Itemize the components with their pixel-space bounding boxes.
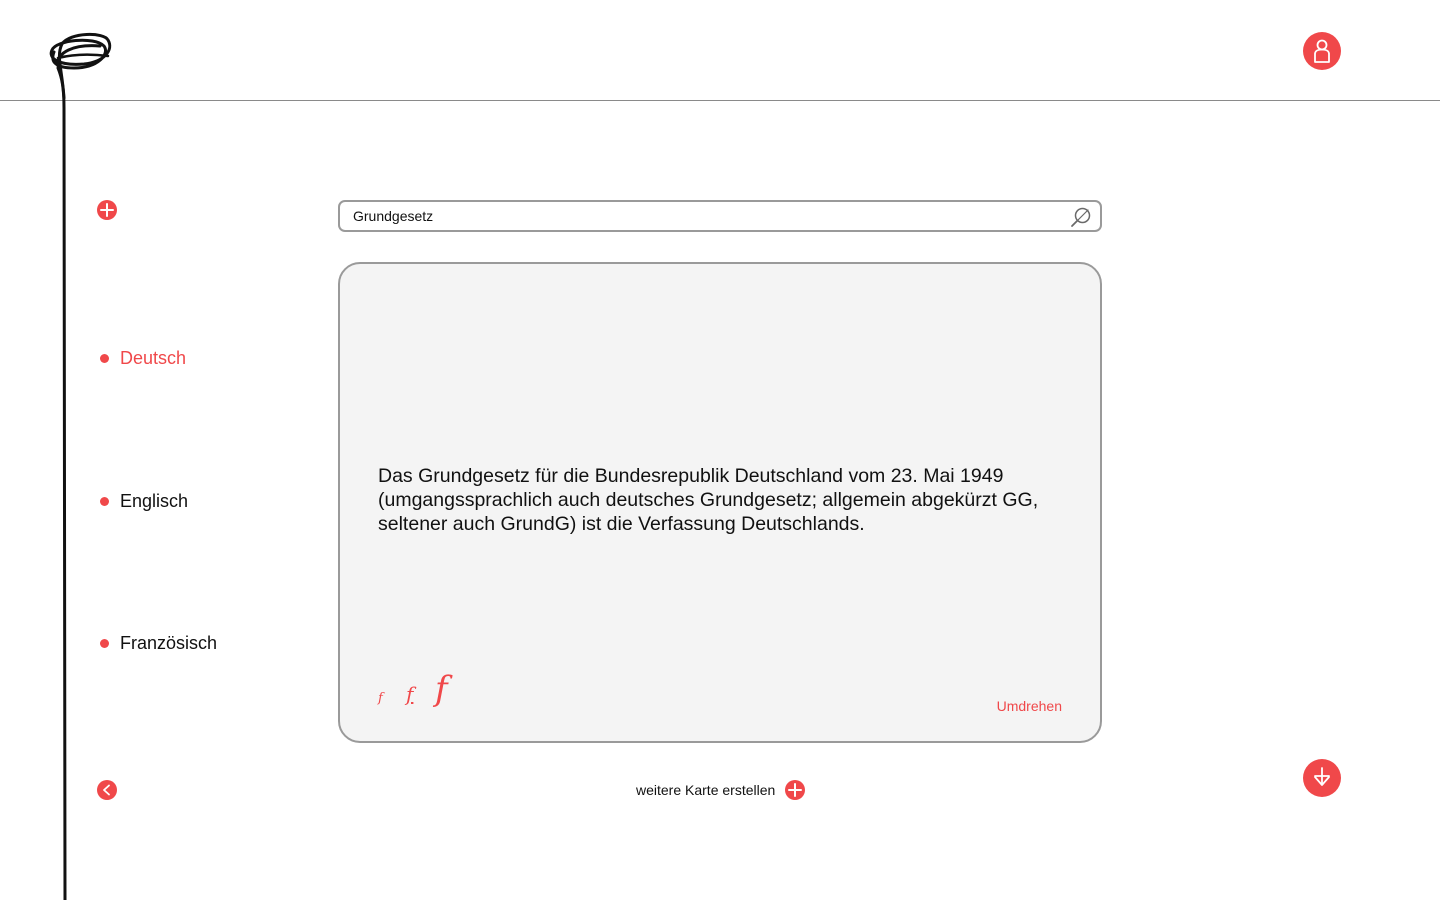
download-button[interactable] <box>1303 759 1341 797</box>
back-button[interactable] <box>97 780 117 800</box>
search-input[interactable] <box>353 202 1053 230</box>
bullet-icon <box>100 496 109 506</box>
download-icon <box>1314 767 1330 786</box>
font-size-large-button[interactable]: f <box>435 672 448 706</box>
plus-icon <box>788 783 803 797</box>
add-card-button[interactable]: weitere Karte erstellen <box>636 779 806 801</box>
language-item-deutsch[interactable]: Deutsch <box>100 346 186 370</box>
language-label: Deutsch <box>120 347 187 368</box>
flip-card-button[interactable]: Umdrehen <box>997 698 1062 714</box>
language-item-englisch[interactable]: Englisch <box>100 489 188 513</box>
bullet-icon <box>100 638 109 648</box>
add-language-button[interactable] <box>97 200 117 220</box>
font-size-small-button[interactable]: f <box>378 692 383 705</box>
font-size-medium-button[interactable]: f <box>406 684 413 704</box>
app-root: Deutsch Englisch Französisch Das Grundge… <box>0 0 1440 900</box>
user-button[interactable] <box>1303 32 1341 70</box>
language-label: Französisch <box>120 632 218 653</box>
scribble-logo-icon[interactable] <box>44 28 116 900</box>
plus-button[interactable] <box>785 780 806 800</box>
bullet-icon <box>100 353 109 363</box>
header-divider <box>0 100 1440 101</box>
chevron-left-icon <box>103 784 110 796</box>
user-icon <box>1314 39 1330 63</box>
card-text: Das Grundgesetz für die Bundesrepublik D… <box>378 465 1039 535</box>
search-bar <box>338 200 1102 232</box>
add-card-label: weitere Karte erstellen <box>636 782 776 798</box>
flashcard: Das Grundgesetz für die Bundesrepublik D… <box>338 262 1102 743</box>
language-label: Englisch <box>120 490 189 511</box>
search-icon[interactable] <box>1070 206 1092 228</box>
plus-icon <box>100 203 114 217</box>
language-item-franzoesisch[interactable]: Französisch <box>100 631 217 655</box>
